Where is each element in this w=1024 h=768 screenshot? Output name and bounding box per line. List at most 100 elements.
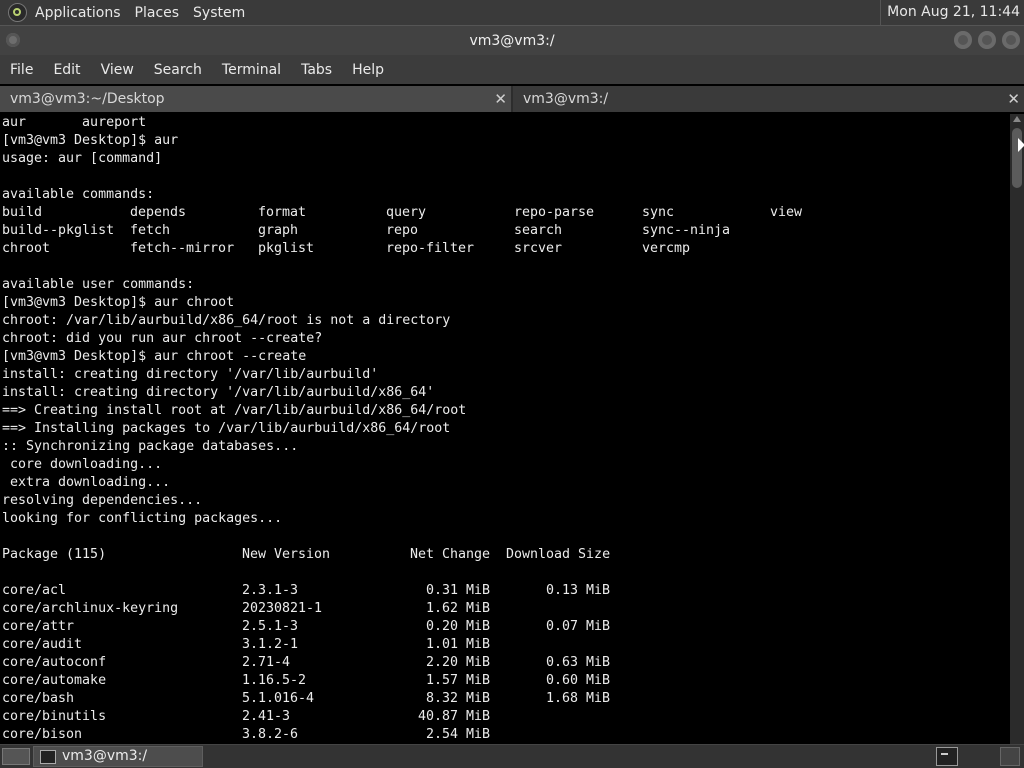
tab-root[interactable]: vm3@vm3:/ ✕ (513, 86, 1024, 112)
terminal-view[interactable]: aur aureport [vm3@vm3 Desktop]$ aur usag… (0, 114, 1010, 744)
command-item: fetch--mirror (130, 241, 235, 256)
tab-desktop[interactable]: vm3@vm3:~/Desktop ✕ (0, 86, 511, 112)
command-item: fetch (130, 223, 171, 238)
package-row: core/attr 2.5.1-3 0.20 MiB 0.07 MiB (2, 618, 610, 636)
terminal-line: extra downloading... (2, 475, 171, 490)
terminal-line: ==> Installing packages to /var/lib/aurb… (2, 421, 451, 436)
package-version: 5.1.016-4 (242, 691, 315, 706)
command-item: graph (258, 223, 299, 238)
command-item: depends (130, 205, 187, 220)
minimize-button[interactable] (954, 31, 972, 49)
terminal-line: ==> Creating install root at /var/lib/au… (2, 403, 467, 418)
menu-view[interactable]: View (91, 62, 144, 78)
terminal-scrollbar[interactable] (1010, 114, 1024, 744)
package-name: core/archlinux-keyring (2, 601, 179, 616)
package-version: 2.5.1-3 (242, 619, 299, 634)
command-item: vercmp (642, 241, 691, 256)
menu-file[interactable]: File (0, 62, 43, 78)
package-row: core/bison 3.8.2-6 2.54 MiB (2, 726, 490, 744)
tab-label: vm3@vm3:/ (523, 91, 609, 107)
terminal-line: [vm3@vm3 Desktop]$ aur (2, 133, 179, 148)
package-net-change: 0.20 MiB (425, 619, 490, 634)
package-name: core/bash (2, 691, 75, 706)
menu-terminal[interactable]: Terminal (212, 62, 291, 78)
package-version: 3.8.2-6 (242, 727, 299, 742)
package-net-change: 1.01 MiB (425, 637, 490, 652)
command-item: repo-filter (386, 241, 475, 256)
terminal-line: [vm3@vm3 Desktop]$ aur chroot --create (2, 349, 307, 364)
package-name: core/autoconf (2, 655, 107, 670)
scroll-up-icon[interactable] (1013, 116, 1021, 122)
menubar: File Edit View Search Terminal Tabs Help (0, 55, 1024, 84)
terminal-launcher-icon[interactable] (936, 747, 958, 766)
places-menu[interactable]: Places (135, 5, 180, 21)
applications-menu[interactable]: Applications (35, 5, 121, 21)
close-tab-icon[interactable]: ✕ (1007, 86, 1020, 112)
close-tab-icon[interactable]: ✕ (494, 86, 507, 112)
package-name: core/binutils (2, 709, 107, 724)
command-item: query (386, 205, 427, 220)
command-item: chroot (2, 241, 51, 256)
tab-label: vm3@vm3:~/Desktop (10, 91, 165, 107)
bottom-panel: vm3@vm3:/ (0, 744, 1024, 768)
terminal-line: looking for conflicting packages... (2, 511, 283, 526)
menu-help[interactable]: Help (342, 62, 394, 78)
terminal-line: core downloading... (2, 457, 163, 472)
command-item: srcver (514, 241, 563, 256)
top-panel-menu: Applications Places System (8, 0, 245, 25)
window-titlebar[interactable]: vm3@vm3:/ (0, 25, 1024, 55)
terminal-output: aur aureport [vm3@vm3 Desktop]$ aur usag… (2, 114, 802, 744)
package-version: 2.41-3 (242, 709, 291, 724)
command-item: view (770, 205, 803, 220)
header-net-change: Net Change (410, 547, 491, 562)
terminal-line: usage: aur [command] (2, 151, 163, 166)
terminal-line: [vm3@vm3 Desktop]$ aur chroot (2, 295, 235, 310)
header-package: Package (115) (2, 547, 107, 562)
maximize-button[interactable] (978, 31, 996, 49)
package-download-size: 0.60 MiB (545, 673, 610, 688)
package-version: 1.16.5-2 (242, 673, 307, 688)
package-row: core/archlinux-keyring 20230821-1 1.62 M… (2, 600, 490, 618)
package-name: core/bison (2, 727, 83, 742)
mouse-pointer-icon (1018, 138, 1024, 152)
package-net-change: 8.32 MiB (425, 691, 490, 706)
distro-logo-icon[interactable] (8, 3, 27, 22)
header-new-version: New Version (242, 547, 331, 562)
package-name: core/audit (2, 637, 83, 652)
command-item: search (514, 223, 563, 238)
commands-row: chroot fetch--mirror pkglist repo-filter… (2, 240, 690, 258)
command-item: sync (642, 205, 675, 220)
close-window-button[interactable] (1002, 31, 1020, 49)
package-net-change: 40.87 MiB (417, 709, 490, 724)
package-net-change: 2.54 MiB (425, 727, 490, 742)
menu-search[interactable]: Search (144, 62, 212, 78)
top-panel: Applications Places System Mon Aug 21, 1… (0, 0, 1024, 25)
terminal-line: :: Synchronizing package databases... (2, 439, 299, 454)
package-net-change: 1.62 MiB (425, 601, 490, 616)
menu-edit[interactable]: Edit (43, 62, 90, 78)
header-download-size: Download Size (506, 547, 611, 562)
package-version: 20230821-1 (242, 601, 323, 616)
package-name: core/attr (2, 619, 75, 634)
window-controls (954, 31, 1020, 49)
terminal-line: resolving dependencies... (2, 493, 203, 508)
package-version: 3.1.2-1 (242, 637, 299, 652)
package-version: 2.3.1-3 (242, 583, 299, 598)
show-desktop-icon[interactable] (2, 748, 30, 765)
package-name: core/acl (2, 583, 67, 598)
system-menu[interactable]: System (193, 5, 245, 21)
menu-tabs[interactable]: Tabs (291, 62, 342, 78)
tab-bar: vm3@vm3:~/Desktop ✕ vm3@vm3:/ ✕ (0, 86, 1024, 112)
workspace-switcher-icon[interactable] (1000, 747, 1020, 766)
command-item: repo (386, 223, 419, 238)
package-net-change: 1.57 MiB (425, 673, 490, 688)
terminal-line: available commands: (2, 187, 155, 202)
command-item: build (2, 205, 43, 220)
scrollbar-thumb[interactable] (1012, 128, 1022, 188)
clock[interactable]: Mon Aug 21, 11:44 (880, 0, 1020, 25)
taskbar-window-button[interactable]: vm3@vm3:/ (33, 746, 203, 767)
